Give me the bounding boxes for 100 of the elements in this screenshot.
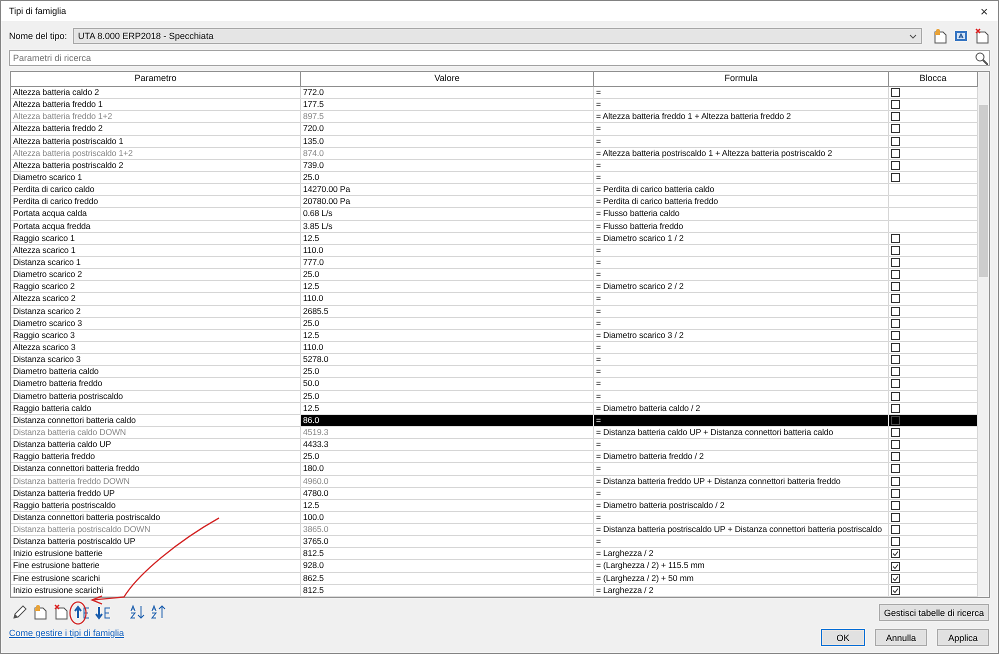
checkbox[interactable] — [891, 160, 900, 170]
checkbox[interactable] — [891, 416, 900, 425]
table-cell[interactable]: 25.0 — [301, 269, 594, 282]
checkbox[interactable] — [891, 379, 900, 388]
table-cell[interactable]: 12.5 — [301, 330, 594, 342]
table-cell[interactable]: 12.5 — [301, 281, 594, 294]
ok-button[interactable]: OK — [821, 629, 865, 646]
new-parameter-icon[interactable] — [32, 604, 48, 620]
table-cell[interactable]: 25.0 — [301, 172, 594, 184]
checkbox[interactable] — [891, 330, 900, 340]
checkbox[interactable] — [891, 512, 900, 522]
table-cell[interactable]: 14270.00 Pa — [301, 184, 594, 196]
checkbox[interactable] — [891, 318, 900, 328]
table-cell[interactable]: 4433.3 — [301, 439, 594, 452]
table-cell[interactable]: 3.85 L/s — [301, 220, 594, 233]
column-header[interactable]: Blocca — [889, 72, 978, 87]
checkbox[interactable] — [891, 124, 900, 134]
rename-icon[interactable] — [953, 28, 969, 44]
checkbox[interactable] — [891, 367, 900, 376]
table-cell[interactable]: 4780.0 — [301, 488, 594, 500]
table-cell[interactable]: 110.0 — [301, 293, 594, 306]
checkbox[interactable] — [891, 452, 900, 462]
table-cell: = — [594, 244, 889, 257]
checkbox[interactable] — [891, 464, 900, 474]
sort-descending-icon[interactable] — [150, 604, 166, 620]
checkbox[interactable] — [891, 562, 900, 571]
checkbox[interactable] — [891, 549, 900, 558]
column-header[interactable]: Parametro — [11, 72, 301, 87]
table-cell[interactable]: 110.0 — [301, 244, 594, 257]
move-up-icon[interactable] — [74, 604, 90, 620]
table-cell[interactable]: 25.0 — [301, 390, 594, 403]
checkbox[interactable] — [891, 88, 900, 98]
table-cell: = Diametro scarico 1 / 2 — [594, 232, 889, 245]
lookup-tables-button[interactable]: Gestisci tabelle di ricerca — [878, 604, 989, 621]
column-header[interactable]: Formula — [594, 72, 889, 87]
checkbox[interactable] — [891, 136, 900, 146]
checkbox[interactable] — [891, 537, 900, 546]
checkbox[interactable] — [891, 343, 900, 352]
checkbox[interactable] — [891, 500, 900, 510]
table-cell[interactable]: 5278.0 — [301, 354, 594, 366]
column-header[interactable]: Valore — [301, 72, 594, 87]
checkbox[interactable] — [891, 306, 900, 316]
table-cell[interactable]: 12.5 — [301, 500, 594, 512]
new-type-icon[interactable] — [932, 28, 948, 44]
table-cell[interactable]: 25.0 — [301, 366, 594, 378]
table-cell[interactable]: 25.0 — [301, 318, 594, 330]
table-cell[interactable]: 862.5 — [301, 572, 594, 585]
checkbox[interactable] — [891, 404, 900, 413]
dialog-button[interactable]: Applica — [937, 629, 989, 646]
checkbox[interactable] — [891, 282, 900, 292]
table-cell[interactable]: 0.68 L/s — [301, 208, 594, 221]
checkbox[interactable] — [891, 234, 900, 243]
table-cell[interactable]: 720.0 — [301, 123, 594, 136]
scrollbar[interactable] — [978, 72, 989, 597]
checkbox[interactable] — [891, 440, 900, 450]
table-cell[interactable]: 180.0 — [301, 463, 594, 476]
checkbox[interactable] — [891, 270, 900, 280]
checkbox[interactable] — [891, 355, 900, 364]
table-cell[interactable]: 86.0 — [301, 414, 594, 427]
checkbox[interactable] — [891, 586, 900, 595]
move-down-icon[interactable] — [95, 604, 111, 620]
table-cell[interactable]: 177.5 — [301, 99, 594, 112]
table-cell: Inizio estrusione scarichi — [11, 584, 301, 597]
table-cell: Diametro batteria caldo — [11, 366, 301, 378]
checkbox[interactable] — [891, 258, 900, 268]
table-cell[interactable]: 3765.0 — [301, 536, 594, 548]
table-cell[interactable]: 777.0 — [301, 256, 594, 270]
table-cell: = — [594, 536, 889, 548]
table-cell[interactable]: 812.5 — [301, 548, 594, 560]
table-cell[interactable]: 812.5 — [301, 584, 594, 597]
checkbox[interactable] — [891, 392, 900, 401]
sort-ascending-icon[interactable] — [129, 604, 145, 620]
checkbox[interactable] — [891, 488, 900, 498]
table-cell[interactable]: 135.0 — [301, 136, 594, 148]
help-link[interactable]: Come gestire i tipi di famiglia — [9, 628, 166, 638]
table-cell[interactable]: 2685.5 — [301, 306, 594, 318]
table-cell[interactable]: 25.0 — [301, 451, 594, 464]
table-cell[interactable]: 110.0 — [301, 342, 594, 354]
table-cell[interactable]: 12.5 — [301, 232, 594, 245]
delete-parameter-icon[interactable] — [53, 604, 69, 620]
table-cell[interactable]: 772.0 — [301, 87, 594, 100]
table-cell[interactable]: 739.0 — [301, 160, 594, 172]
delete-type-icon[interactable] — [974, 28, 990, 44]
table-cell[interactable]: 50.0 — [301, 378, 594, 391]
checkbox[interactable] — [891, 574, 900, 583]
dialog-button[interactable]: Annulla — [875, 629, 927, 646]
table-cell[interactable]: 928.0 — [301, 560, 594, 573]
checkbox[interactable] — [891, 246, 900, 255]
table-cell[interactable]: 100.0 — [301, 512, 594, 524]
table-cell: Altezza batteria postriscaldo 1 — [11, 136, 301, 148]
table-cell: = — [594, 439, 889, 452]
checkbox[interactable] — [891, 294, 900, 304]
type-dropdown[interactable]: UTA 8.000 ERP2018 - Specchiata — [73, 28, 922, 44]
search-field[interactable]: Parametri di ricerca — [9, 50, 990, 66]
close-button[interactable]: × — [978, 4, 990, 18]
checkbox[interactable] — [891, 100, 900, 110]
checkbox[interactable] — [891, 173, 900, 182]
pencil-icon[interactable] — [11, 604, 27, 620]
table-cell[interactable]: 20780.00 Pa — [301, 196, 594, 208]
search-icon[interactable] — [974, 51, 988, 65]
